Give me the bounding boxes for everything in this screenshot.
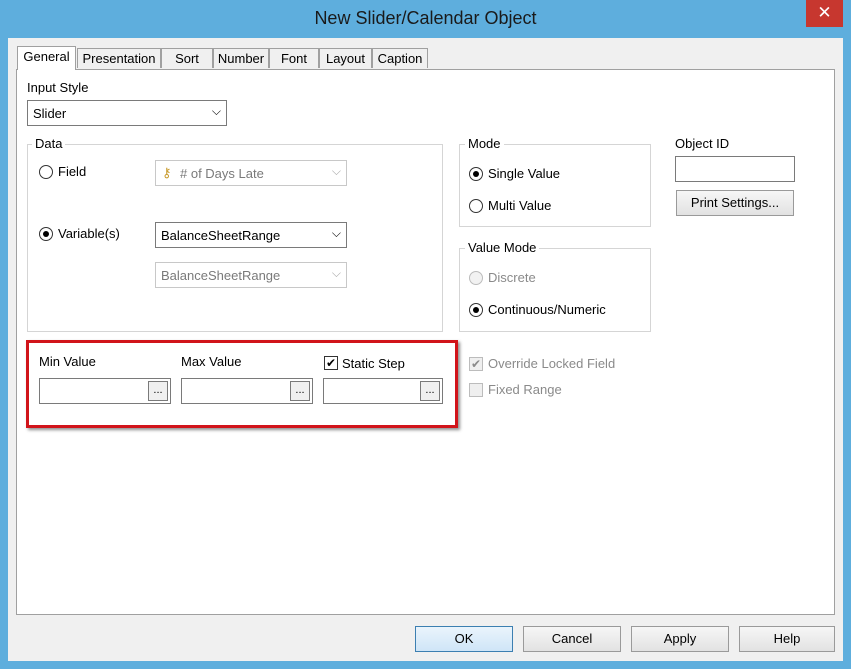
tab-label: Number: [217, 51, 265, 66]
value-mode-group-title: Value Mode: [465, 240, 540, 255]
close-button[interactable]: ✕: [806, 0, 843, 27]
tab-label: Font: [280, 51, 307, 66]
override-locked-label: Override Locked Field: [488, 356, 616, 371]
tab-label: Layout: [325, 51, 366, 66]
ok-button[interactable]: OK: [415, 626, 513, 652]
variable-select-secondary[interactable]: BalanceSheetRange ⌵: [155, 262, 347, 288]
value-mode-group: [459, 248, 651, 332]
chevron-down-icon: ⌵: [331, 266, 341, 280]
chevron-down-icon: ⌵: [211, 104, 221, 118]
chevron-down-icon: ⌵: [331, 226, 341, 240]
multi-value-label: Multi Value: [488, 198, 552, 213]
apply-button[interactable]: Apply: [631, 626, 729, 652]
tab-label: Sort: [175, 51, 199, 66]
tab-number[interactable]: Number: [213, 48, 269, 68]
field-select[interactable]: ⚷ # of Days Late ⌵: [155, 160, 347, 186]
tab-sort[interactable]: Sort: [161, 48, 213, 68]
chevron-down-icon: ⌵: [331, 164, 341, 178]
mode-group-title: Mode: [465, 136, 504, 151]
object-id-label: Object ID: [675, 136, 730, 151]
input-style-value: Slider: [33, 106, 67, 121]
field-select-value: # of Days Late: [180, 166, 264, 181]
tab-label: Caption: [377, 51, 423, 66]
single-value-label: Single Value: [488, 166, 561, 181]
tab-caption[interactable]: Caption: [372, 48, 428, 68]
object-id-input[interactable]: [675, 156, 795, 182]
input-style-label: Input Style: [27, 80, 89, 95]
variables-label: Variable(s): [58, 226, 120, 241]
fixed-range-label: Fixed Range: [488, 382, 562, 397]
tab-general[interactable]: General: [17, 46, 76, 70]
continuous-label: Continuous/Numeric: [488, 302, 606, 317]
close-icon: ✕: [817, 3, 832, 22]
window-title: New Slider/Calendar Object: [314, 8, 537, 28]
highlight-annotation: [26, 340, 458, 428]
print-settings-button[interactable]: Print Settings...: [676, 190, 794, 216]
title-bar[interactable]: New Slider/Calendar Object ✕: [0, 0, 851, 38]
data-group-title: Data: [32, 136, 66, 151]
tab-label: General: [23, 49, 70, 64]
override-locked-checkbox[interactable]: ✔: [469, 357, 483, 371]
cancel-button[interactable]: Cancel: [523, 626, 621, 652]
tab-label: Presentation: [82, 51, 156, 66]
dialog-client: General Presentation Sort Number Font La…: [8, 38, 843, 661]
checkmark-icon: ✔: [470, 357, 482, 371]
continuous-radio[interactable]: [469, 303, 483, 317]
fixed-range-checkbox[interactable]: [469, 383, 483, 397]
help-button[interactable]: Help: [739, 626, 835, 652]
field-radio[interactable]: [39, 165, 53, 179]
tab-font[interactable]: Font: [269, 48, 319, 68]
mode-group: [459, 144, 651, 227]
dialog-window: New Slider/Calendar Object ✕ General Pre…: [0, 0, 851, 669]
discrete-radio[interactable]: [469, 271, 483, 285]
variable-select-value: BalanceSheetRange: [161, 228, 281, 243]
variable-select[interactable]: BalanceSheetRange ⌵: [155, 222, 347, 248]
variables-radio[interactable]: [39, 227, 53, 241]
field-label: Field: [58, 164, 87, 179]
key-icon: ⚷: [162, 165, 172, 180]
single-value-radio[interactable]: [469, 167, 483, 181]
variable-select-secondary-value: BalanceSheetRange: [161, 268, 281, 283]
discrete-label: Discrete: [488, 270, 536, 285]
multi-value-radio[interactable]: [469, 199, 483, 213]
input-style-select[interactable]: Slider ⌵: [27, 100, 227, 126]
tab-presentation[interactable]: Presentation: [77, 48, 161, 68]
tab-layout[interactable]: Layout: [319, 48, 372, 68]
